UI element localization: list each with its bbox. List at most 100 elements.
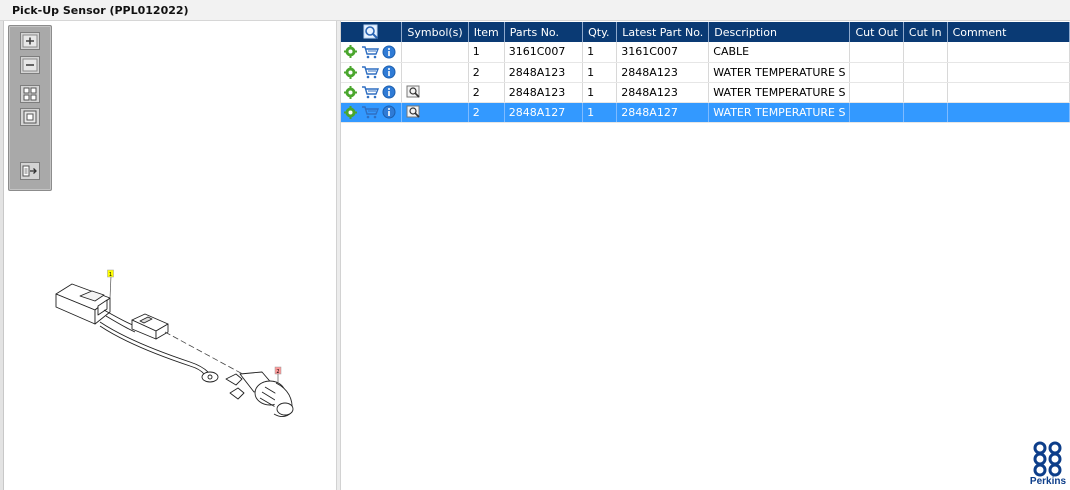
parts-table: Symbol(s) Item Parts No. Qty. Latest Par… [341, 22, 1070, 123]
parts-grid: Symbol(s) Item Parts No. Qty. Latest Par… [341, 21, 1070, 490]
latest-part-no-cell: 2848A127 [616, 102, 710, 123]
fit-window-button[interactable] [20, 108, 40, 126]
info-icon [382, 65, 396, 79]
column-header-symbols[interactable]: Symbol(s) [401, 22, 469, 42]
item-cell: 1 [468, 42, 505, 63]
column-header-cut-out[interactable]: Cut Out [849, 22, 904, 42]
item-cell: 2 [468, 82, 505, 103]
export-button[interactable] [20, 162, 40, 180]
column-header-qty[interactable]: Qty. [582, 22, 618, 42]
item-cell: 2 [468, 102, 505, 123]
cut-in-cell [903, 102, 948, 123]
gear-icon [344, 65, 357, 79]
info-button[interactable] [382, 65, 396, 79]
description-cell: WATER TEMPERATURE S [708, 62, 851, 83]
view-toolbar [8, 25, 52, 191]
perkins-logo: Perkins [1028, 441, 1068, 488]
gear-icon [344, 105, 357, 119]
gear-icon [344, 85, 357, 99]
table-row[interactable]: 1 3161C007 1 3161C007 CABLE [341, 42, 1070, 63]
table-row[interactable]: 2 2848A123 1 2848A123 WATER TEMPERATURE S [341, 82, 1070, 103]
info-button[interactable] [382, 105, 396, 119]
view-icon [406, 85, 420, 98]
table-header-row: Symbol(s) Item Parts No. Qty. Latest Par… [341, 22, 1070, 42]
symbol-cell[interactable] [401, 82, 469, 103]
cut-out-cell [849, 42, 904, 63]
latest-part-no-cell: 3161C007 [616, 42, 710, 63]
column-header-item[interactable]: Item [468, 22, 505, 42]
perkins-wordmark: Perkins [1029, 476, 1067, 487]
column-header-cut-in[interactable]: Cut In [903, 22, 948, 42]
cart-icon [361, 106, 379, 119]
configure-button[interactable] [344, 85, 357, 99]
latest-part-no-cell: 2848A123 [616, 62, 710, 83]
comment-cell [947, 102, 1070, 123]
info-button[interactable] [382, 45, 396, 59]
title-bar: Pick-Up Sensor (PPL012022) [0, 0, 1070, 21]
latest-part-no-cell: 2848A123 [616, 82, 710, 103]
qty-cell: 1 [582, 42, 618, 63]
info-icon [382, 45, 396, 59]
qty-cell: 1 [582, 102, 618, 123]
column-header-latest-part-no[interactable]: Latest Part No. [616, 22, 710, 42]
symbol-cell[interactable] [401, 102, 469, 123]
cut-in-cell [903, 82, 948, 103]
info-icon [382, 105, 396, 119]
add-to-cart-button[interactable] [361, 45, 379, 59]
zoom-in-button[interactable] [20, 32, 40, 50]
info-icon [382, 85, 396, 99]
column-header-actions[interactable] [341, 22, 403, 42]
symbol-cell[interactable] [401, 62, 469, 83]
row-actions [341, 42, 403, 63]
add-to-cart-button[interactable] [361, 105, 379, 119]
gear-icon [344, 45, 357, 59]
cut-out-cell [849, 82, 904, 103]
parts-no-cell: 2848A127 [504, 102, 584, 123]
cart-icon [361, 46, 379, 59]
cut-out-cell [849, 102, 904, 123]
item-cell: 2 [468, 62, 505, 83]
view-icon [406, 105, 420, 118]
parts-no-cell: 2848A123 [504, 62, 584, 83]
minus-icon [22, 58, 38, 72]
cart-icon [361, 86, 379, 99]
grid-icon [23, 87, 37, 101]
description-cell: WATER TEMPERATURE S [708, 82, 851, 103]
cut-in-cell [903, 62, 948, 83]
cut-in-cell [903, 42, 948, 63]
cart-icon [361, 66, 379, 79]
qty-cell: 1 [582, 62, 618, 83]
comment-cell [947, 82, 1070, 103]
table-row[interactable]: 2 2848A123 1 2848A123 WATER TEMPERATURE S [341, 62, 1070, 83]
comment-cell [947, 62, 1070, 83]
plus-icon [22, 34, 38, 48]
qty-cell: 1 [582, 82, 618, 103]
callout-1-label: 1 [109, 272, 112, 278]
zoom-out-button[interactable] [20, 56, 40, 74]
add-to-cart-button[interactable] [361, 85, 379, 99]
parts-no-cell: 2848A123 [504, 82, 584, 103]
parts-diagram: 1 2 [55, 269, 294, 417]
perkins-logo-mark [1033, 441, 1062, 477]
info-button[interactable] [382, 85, 396, 99]
fit-all-button[interactable] [20, 85, 40, 103]
callout-2-label: 2 [276, 369, 279, 375]
parts-no-cell: 3161C007 [504, 42, 584, 63]
description-cell: CABLE [708, 42, 851, 63]
configure-button[interactable] [344, 105, 357, 119]
configure-button[interactable] [344, 65, 357, 79]
left-edge [0, 21, 4, 490]
column-header-parts-no[interactable]: Parts No. [504, 22, 584, 42]
column-header-comment[interactable]: Comment [947, 22, 1070, 42]
configure-button[interactable] [344, 45, 357, 59]
row-actions [341, 102, 403, 123]
table-row[interactable]: 2 2848A127 1 2848A127 WATER TEMPERATURE S [341, 102, 1070, 123]
row-actions [341, 62, 403, 83]
cut-out-cell [849, 62, 904, 83]
row-actions [341, 82, 403, 103]
description-cell: WATER TEMPERATURE S [708, 102, 851, 123]
add-to-cart-button[interactable] [361, 65, 379, 79]
column-header-description[interactable]: Description [708, 22, 851, 42]
square-icon [23, 110, 37, 124]
symbol-cell[interactable] [401, 42, 469, 63]
